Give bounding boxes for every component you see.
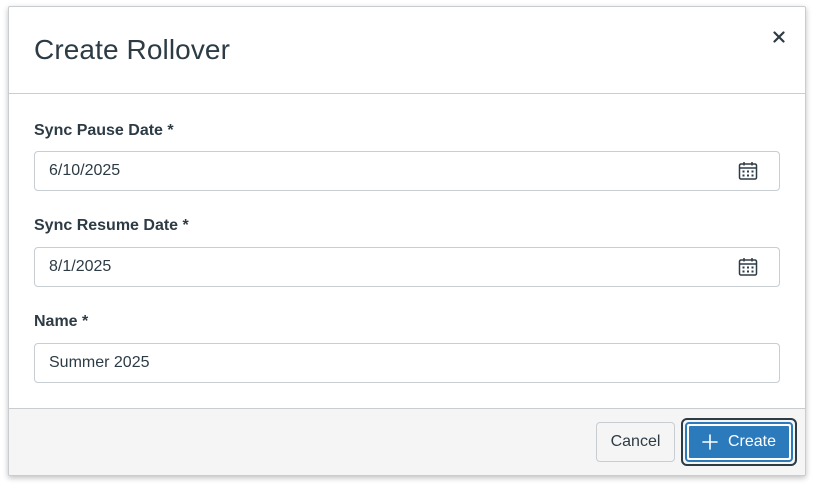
cancel-button[interactable]: Cancel xyxy=(596,422,675,462)
dialog-header: Create Rollover xyxy=(9,7,805,94)
create-button-label: Create xyxy=(727,433,777,450)
sync-pause-date-label: Sync Pause Date * xyxy=(34,122,174,139)
dialog-title: Create Rollover xyxy=(34,34,231,65)
name-value: Summer 2025 xyxy=(49,354,150,371)
name-input[interactable]: Summer 2025 xyxy=(34,343,780,383)
plus-icon xyxy=(702,434,718,450)
sync-pause-date-value: 6/10/2025 xyxy=(49,162,121,179)
create-button[interactable]: Create xyxy=(687,424,791,460)
sync-resume-date-input[interactable]: 8/1/2025 xyxy=(34,247,780,287)
sync-resume-date-value: 8/1/2025 xyxy=(49,258,112,275)
calendar-icon[interactable] xyxy=(737,160,759,182)
name-label: Name * xyxy=(34,313,89,330)
sync-pause-date-input[interactable]: 6/10/2025 xyxy=(34,151,780,191)
dialog-footer: Cancel Create xyxy=(9,408,805,475)
create-rollover-dialog: Create Rollover Sync Pause Date * 6/10/2… xyxy=(8,6,806,476)
create-button-focus-ring: Create xyxy=(681,418,797,466)
close-button[interactable] xyxy=(765,23,793,51)
dialog-body: Sync Pause Date * 6/10/2025 Sync Resume … xyxy=(9,94,805,409)
calendar-icon[interactable] xyxy=(737,256,759,278)
close-icon xyxy=(773,31,785,43)
sync-resume-date-label: Sync Resume Date * xyxy=(34,217,189,234)
